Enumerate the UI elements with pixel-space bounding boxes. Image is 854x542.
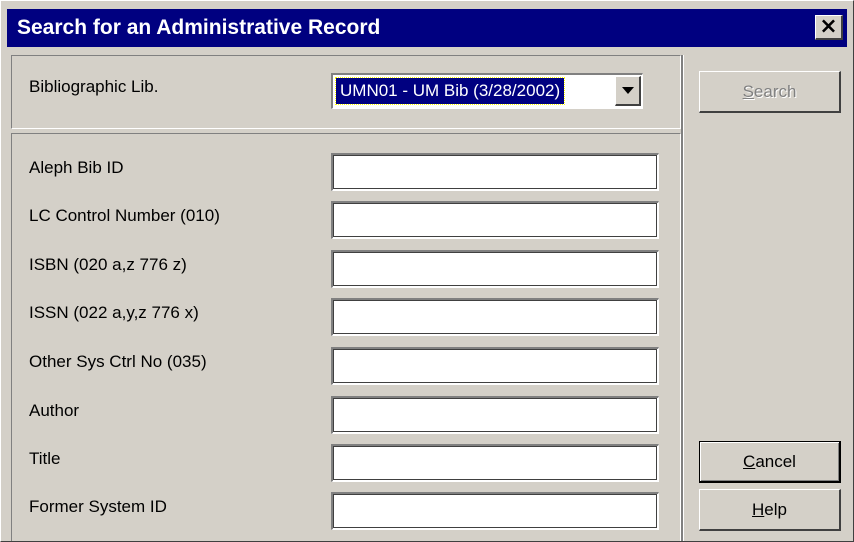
- title-label: Title: [29, 449, 61, 468]
- search-admin-record-dialog: Search for an Administrative Record × Bi…: [0, 0, 854, 542]
- chevron-down-icon[interactable]: [615, 76, 641, 106]
- aleph-bib-id-field[interactable]: [331, 153, 659, 191]
- other-sys-ctrl-no-label: Other Sys Ctrl No (035): [29, 352, 207, 371]
- title-field[interactable]: [331, 444, 659, 482]
- search-button-accel: S: [742, 82, 754, 101]
- isbn-field[interactable]: [331, 250, 659, 288]
- author-label: Author: [29, 401, 80, 420]
- bibliographic-lib-selected-value: UMN01 - UM Bib (3/28/2002): [334, 77, 566, 105]
- former-system-id-field[interactable]: [331, 492, 659, 530]
- former-system-id-label: Former System ID: [29, 497, 167, 516]
- lc-control-number-label: LC Control Number (010): [29, 206, 220, 225]
- other-sys-ctrl-no-field[interactable]: [331, 347, 659, 385]
- title-bar[interactable]: Search for an Administrative Record ×: [7, 9, 847, 47]
- isbn-label: ISBN (020 a,z 776 z): [29, 255, 187, 274]
- window-title: Search for an Administrative Record: [17, 16, 381, 39]
- author-field[interactable]: [331, 396, 659, 434]
- issn-field[interactable]: [331, 298, 659, 336]
- help-button[interactable]: Help: [699, 489, 841, 531]
- bibliographic-lib-select[interactable]: UMN01 - UM Bib (3/28/2002): [331, 73, 643, 109]
- lc-control-number-field[interactable]: [331, 201, 659, 239]
- help-button-label: elp: [764, 500, 787, 519]
- search-button[interactable]: Search: [699, 71, 841, 113]
- vertical-divider: [681, 55, 684, 541]
- issn-label: ISSN (022 a,y,z 776 x): [29, 303, 199, 322]
- cancel-button[interactable]: Cancel: [699, 441, 841, 483]
- help-button-accel: H: [752, 500, 765, 519]
- aleph-bib-id-label: Aleph Bib ID: [29, 158, 124, 177]
- close-icon[interactable]: ×: [815, 15, 843, 40]
- bibliographic-lib-label: Bibliographic Lib.: [29, 77, 159, 96]
- cancel-button-label: ancel: [755, 452, 796, 471]
- search-button-label: earch: [753, 82, 797, 101]
- cancel-button-accel: C: [743, 452, 756, 471]
